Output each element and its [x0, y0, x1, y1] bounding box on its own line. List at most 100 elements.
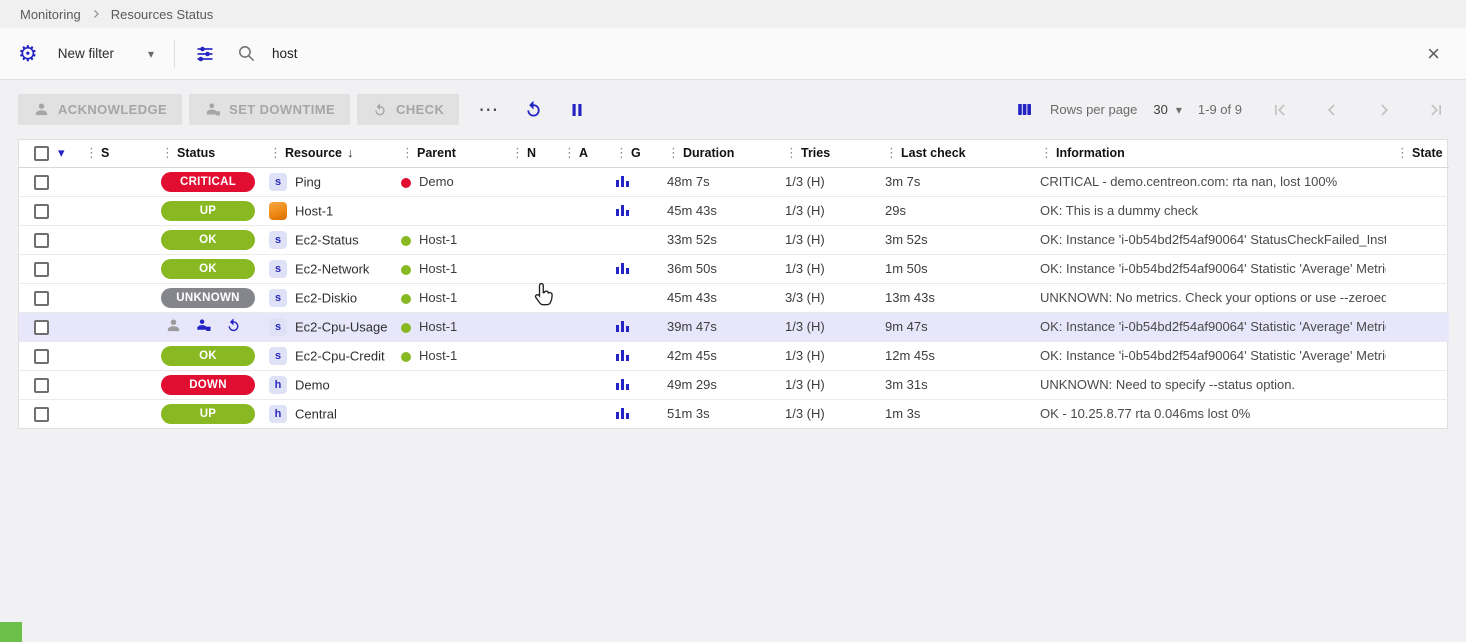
graph-icon[interactable] — [615, 173, 630, 188]
table-row[interactable]: OK sEc2-Network Host-1 36m 50s 1/3 (H) 1… — [19, 254, 1449, 283]
information-cell: CRITICAL - demo.centreon.com: rta nan, l… — [1030, 167, 1386, 196]
column-menu-icon[interactable]: ⋮ — [1040, 145, 1053, 160]
resource-name[interactable]: Ec2-Cpu-Usage — [295, 319, 388, 334]
column-menu-icon[interactable]: ⋮ — [1396, 145, 1409, 160]
resource-name[interactable]: Ec2-Network — [295, 261, 369, 276]
resource-name[interactable]: Ec2-Status — [295, 232, 359, 247]
table-row[interactable]: UNKNOWN sEc2-Diskio Host-1 45m 43s 3/3 (… — [19, 283, 1449, 312]
column-menu-icon[interactable]: ⋮ — [615, 145, 628, 160]
graph-icon[interactable] — [615, 318, 630, 333]
column-header-information[interactable]: ⋮Information — [1030, 140, 1386, 167]
row-checkbox[interactable] — [34, 320, 49, 335]
row-checkbox[interactable] — [34, 349, 49, 364]
tries-cell: 1/3 (H) — [775, 399, 875, 428]
row-checkbox[interactable] — [34, 407, 49, 422]
parent-name: Host-1 — [419, 319, 457, 334]
last-check-cell: 3m 52s — [875, 225, 1030, 254]
resource-name[interactable]: Ec2-Diskio — [295, 290, 357, 305]
column-menu-icon[interactable]: ⋮ — [511, 145, 524, 160]
selection-menu-caret-icon[interactable]: ▾ — [58, 145, 65, 160]
corner-widget[interactable] — [0, 622, 22, 642]
pause-refresh-button[interactable] — [564, 97, 590, 123]
set-downtime-button[interactable]: SET DOWNTIME — [189, 94, 350, 125]
resource-name[interactable]: Demo — [295, 377, 330, 392]
graph-icon[interactable] — [615, 260, 630, 275]
column-header-n[interactable]: ⋮N — [501, 140, 553, 167]
graph-icon[interactable] — [615, 347, 630, 362]
column-menu-icon[interactable]: ⋮ — [161, 145, 174, 160]
column-menu-icon[interactable]: ⋮ — [563, 145, 576, 160]
select-all-checkbox[interactable] — [34, 146, 49, 161]
breadcrumb-item-monitoring[interactable]: Monitoring — [20, 7, 81, 22]
breadcrumb-item-resources-status[interactable]: Resources Status — [111, 7, 214, 22]
column-menu-icon[interactable]: ⋮ — [85, 145, 98, 160]
next-page-button[interactable] — [1372, 98, 1396, 122]
rows-per-page-select[interactable]: 30 ▾ — [1153, 102, 1182, 117]
search-input[interactable] — [270, 45, 1417, 62]
status-badge: CRITICAL — [161, 172, 255, 192]
column-header-state[interactable]: ⋮State — [1386, 140, 1449, 167]
last-page-button[interactable] — [1424, 98, 1448, 122]
set-downtime-icon[interactable] — [195, 317, 212, 334]
check-now-icon[interactable] — [225, 317, 242, 334]
column-menu-icon[interactable]: ⋮ — [667, 145, 680, 160]
service-badge: s — [269, 289, 287, 307]
column-menu-icon[interactable]: ⋮ — [269, 145, 282, 160]
first-page-button[interactable] — [1268, 98, 1292, 122]
row-checkbox[interactable] — [34, 233, 49, 248]
parent-status-dot — [401, 236, 411, 246]
more-actions-button[interactable]: ⋯ — [470, 98, 507, 122]
status-badge: UP — [161, 404, 255, 424]
column-menu-icon[interactable]: ⋮ — [401, 145, 414, 160]
information-cell: OK: Instance 'i-0b54bd2f54af90064' Stati… — [1030, 312, 1386, 341]
graph-icon[interactable] — [615, 376, 630, 391]
acknowledge-button[interactable]: ACKNOWLEDGE — [18, 94, 182, 125]
graph-icon[interactable] — [615, 405, 630, 420]
column-header-status[interactable]: ⋮Status — [151, 140, 259, 167]
tune-filters-icon[interactable] — [195, 44, 215, 64]
resource-name[interactable]: Ping — [295, 174, 321, 189]
filter-select[interactable]: New filter ▾ — [52, 40, 164, 67]
column-header-duration[interactable]: ⋮Duration — [657, 140, 775, 167]
column-header-a[interactable]: ⋮A — [553, 140, 605, 167]
row-checkbox[interactable] — [34, 262, 49, 277]
resource-name[interactable]: Central — [295, 406, 337, 421]
graph-icon[interactable] — [615, 202, 630, 217]
table-row[interactable]: UP Host-1 45m 43s 1/3 (H) 29s OK: This i… — [19, 196, 1449, 225]
column-header-resource[interactable]: ⋮Resource↓ — [259, 140, 391, 167]
column-header-g[interactable]: ⋮G — [605, 140, 657, 167]
duration-cell: 36m 50s — [657, 254, 775, 283]
duration-cell: 45m 43s — [657, 196, 775, 225]
acknowledge-icon[interactable] — [165, 317, 182, 334]
gear-icon[interactable]: ⚙ — [18, 43, 38, 65]
column-menu-icon[interactable]: ⋮ — [785, 145, 798, 160]
parent-name: Host-1 — [419, 261, 457, 276]
clear-search-icon[interactable]: × — [1427, 43, 1440, 65]
status-badge: DOWN — [161, 375, 255, 395]
table-row[interactable]: OK sEc2-Cpu-Credit Host-1 42m 45s 1/3 (H… — [19, 341, 1449, 370]
row-checkbox[interactable] — [34, 175, 49, 190]
row-checkbox[interactable] — [34, 204, 49, 219]
column-menu-icon[interactable]: ⋮ — [885, 145, 898, 160]
row-checkbox[interactable] — [34, 291, 49, 306]
check-button[interactable]: CHECK — [357, 94, 459, 125]
previous-page-button[interactable] — [1320, 98, 1344, 122]
table-row-hovered[interactable]: sEc2-Cpu-Usage Host-1 39m 47s 1/3 (H) 9m… — [19, 312, 1449, 341]
status-badge: OK — [161, 230, 255, 250]
resource-name[interactable]: Ec2-Cpu-Credit — [295, 348, 385, 363]
refresh-list-button[interactable] — [519, 95, 548, 124]
parent-status-dot — [401, 323, 411, 333]
table-row[interactable]: OK sEc2-Status Host-1 33m 52s 1/3 (H) 3m… — [19, 225, 1449, 254]
edit-columns-icon[interactable] — [1015, 100, 1034, 119]
table-row[interactable]: CRITICAL sPing Demo 48m 7s 1/3 (H) 3m 7s… — [19, 167, 1449, 196]
service-badge: s — [269, 231, 287, 249]
table-row[interactable]: UP hCentral 51m 3s 1/3 (H) 1m 3s OK - 10… — [19, 399, 1449, 428]
column-header-last-check[interactable]: ⋮Last check — [875, 140, 1030, 167]
column-header-tries[interactable]: ⋮Tries — [775, 140, 875, 167]
row-checkbox[interactable] — [34, 378, 49, 393]
resource-name[interactable]: Host-1 — [295, 203, 333, 218]
table-row[interactable]: DOWN hDemo 49m 29s 1/3 (H) 3m 31s UNKNOW… — [19, 370, 1449, 399]
column-header-s[interactable]: ⋮S — [75, 140, 151, 167]
parent-status-dot — [401, 178, 411, 188]
column-header-parent[interactable]: ⋮Parent — [391, 140, 501, 167]
